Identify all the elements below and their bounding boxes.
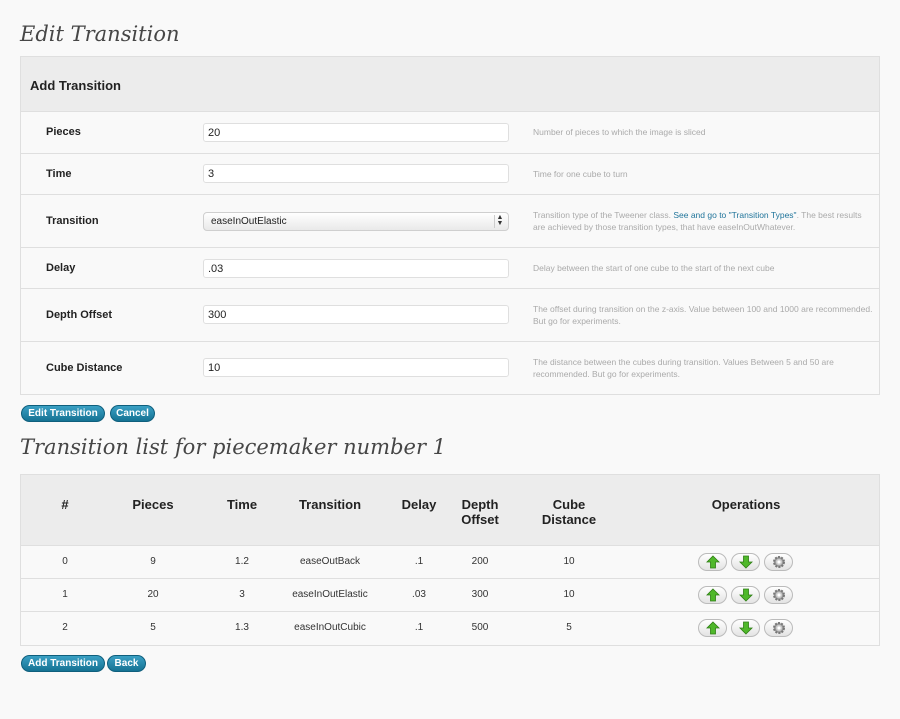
pieces-row: Pieces Number of pieces to which the ima…	[21, 112, 879, 154]
transition-label: Transition	[46, 215, 99, 227]
cell-delay: .1	[414, 622, 424, 633]
cube-distance-input[interactable]	[203, 358, 509, 377]
select-arrows-icon: ▲ ▼	[494, 214, 505, 228]
arrow-down-icon	[739, 588, 753, 602]
arrow-up-icon	[706, 555, 720, 569]
form-header: Add Transition	[21, 57, 879, 112]
transition-select-value: easeInOutElastic	[211, 216, 287, 227]
cell-pieces: 20	[147, 589, 159, 600]
col-header-distance: Distance	[541, 512, 597, 527]
transition-row: Transition easeInOutElastic ▲ ▼ Transitio…	[21, 195, 879, 248]
move-up-button[interactable]	[698, 619, 727, 637]
time-label: Time	[46, 168, 72, 180]
col-header-operations: Operations	[711, 497, 781, 512]
cell-delay: .03	[412, 589, 426, 600]
settings-button[interactable]	[764, 619, 793, 637]
pieces-description: Number of pieces to which the image is s…	[533, 127, 706, 137]
delay-row: Delay Delay between the start of one cub…	[21, 248, 879, 289]
cell-cube-distance: 10	[563, 556, 575, 567]
settings-button[interactable]	[764, 586, 793, 604]
arrow-down-icon	[739, 555, 753, 569]
cell-depth-offset: 500	[471, 622, 489, 633]
depth-offset-label: Depth Offset	[46, 309, 112, 321]
transition-types-link[interactable]: See and go to "Transition Types"	[673, 210, 796, 220]
col-header-delay: Delay	[401, 497, 437, 512]
cancel-button[interactable]: Cancel	[110, 405, 155, 422]
cell-time: 1.2	[235, 556, 249, 567]
cell-pieces: 9	[150, 556, 156, 567]
col-header-cube-distance: Cube Distance	[534, 497, 604, 527]
cell-depth-offset: 200	[471, 556, 489, 567]
delay-input[interactable]	[203, 259, 509, 278]
move-down-button[interactable]	[731, 619, 760, 637]
move-down-button[interactable]	[731, 553, 760, 571]
col-header-depth: Depth	[461, 497, 499, 512]
cell-num: 0	[62, 556, 68, 567]
pieces-input[interactable]	[203, 123, 509, 142]
cube-distance-row: Cube Distance The distance between the c…	[21, 342, 879, 394]
delay-description: Delay between the start of one cube to t…	[533, 263, 775, 273]
cell-depth-offset: 300	[471, 589, 489, 600]
cell-pieces: 5	[150, 622, 156, 633]
gear-icon	[773, 622, 785, 634]
gear-icon	[773, 589, 785, 601]
cell-time: 1.3	[235, 622, 249, 633]
cell-time: 3	[239, 589, 245, 600]
time-row: Time Time for one cube to turn	[21, 154, 879, 195]
move-up-button[interactable]	[698, 553, 727, 571]
list-title: Transition list for piecemaker number 1	[20, 435, 447, 459]
time-input[interactable]	[203, 164, 509, 183]
table-header: # Pieces Time Transition Delay Depth Offs…	[21, 475, 879, 546]
col-header-time: Time	[226, 497, 258, 512]
arrow-up-icon	[706, 621, 720, 635]
move-down-button[interactable]	[731, 586, 760, 604]
pieces-label: Pieces	[46, 126, 81, 138]
col-header-cube: Cube	[552, 497, 586, 512]
col-header-depth-offset: Depth Offset	[450, 497, 510, 527]
cell-transition: easeInOutCubic	[294, 622, 366, 633]
col-header-transition: Transition	[298, 497, 362, 512]
edit-transition-button[interactable]: Edit Transition	[21, 405, 105, 422]
cube-distance-label: Cube Distance	[46, 362, 123, 374]
settings-button[interactable]	[764, 553, 793, 571]
transition-list-table: # Pieces Time Transition Delay Depth Offs…	[20, 474, 880, 646]
col-header-num: #	[61, 497, 69, 512]
time-description: Time for one cube to turn	[533, 169, 628, 179]
arrow-down-icon	[739, 621, 753, 635]
transition-select[interactable]: easeInOutElastic ▲ ▼	[203, 212, 509, 231]
depth-offset-row: Depth Offset The offset during transitio…	[21, 289, 879, 342]
transition-description: Transition type of the Tweener class. Se…	[533, 209, 873, 233]
add-transition-button[interactable]: Add Transition	[21, 655, 105, 672]
transition-desc-text: Transition type of the Tweener class.	[533, 210, 671, 220]
table-row: 0 9 1.2 easeOutBack .1 200 10	[21, 546, 879, 579]
table-row: 1 20 3 easeInOutElastic .03 300 10	[21, 579, 879, 612]
delay-label: Delay	[46, 262, 76, 274]
page-title: Edit Transition	[20, 22, 180, 46]
arrow-up-icon	[706, 588, 720, 602]
cell-num: 1	[62, 589, 68, 600]
gear-icon	[773, 556, 785, 568]
cell-delay: .1	[414, 556, 424, 567]
col-header-offset: Offset	[461, 512, 499, 527]
cell-cube-distance: 10	[563, 589, 575, 600]
cell-transition: easeOutBack	[299, 556, 361, 567]
col-header-pieces: Pieces	[132, 497, 174, 512]
cell-num: 2	[62, 622, 68, 633]
table-row: 2 5 1.3 easeInOutCubic .1 500 5	[21, 612, 879, 645]
cube-distance-description: The distance between the cubes during tr…	[533, 357, 834, 379]
transition-form: Add Transition Pieces Number of pieces t…	[20, 56, 880, 395]
cell-transition: easeInOutElastic	[292, 589, 368, 600]
cell-cube-distance: 5	[566, 622, 572, 633]
depth-offset-input[interactable]	[203, 305, 509, 324]
back-button[interactable]: Back	[107, 655, 146, 672]
depth-offset-description: The offset during transition on the z-ax…	[533, 304, 873, 326]
move-up-button[interactable]	[698, 586, 727, 604]
